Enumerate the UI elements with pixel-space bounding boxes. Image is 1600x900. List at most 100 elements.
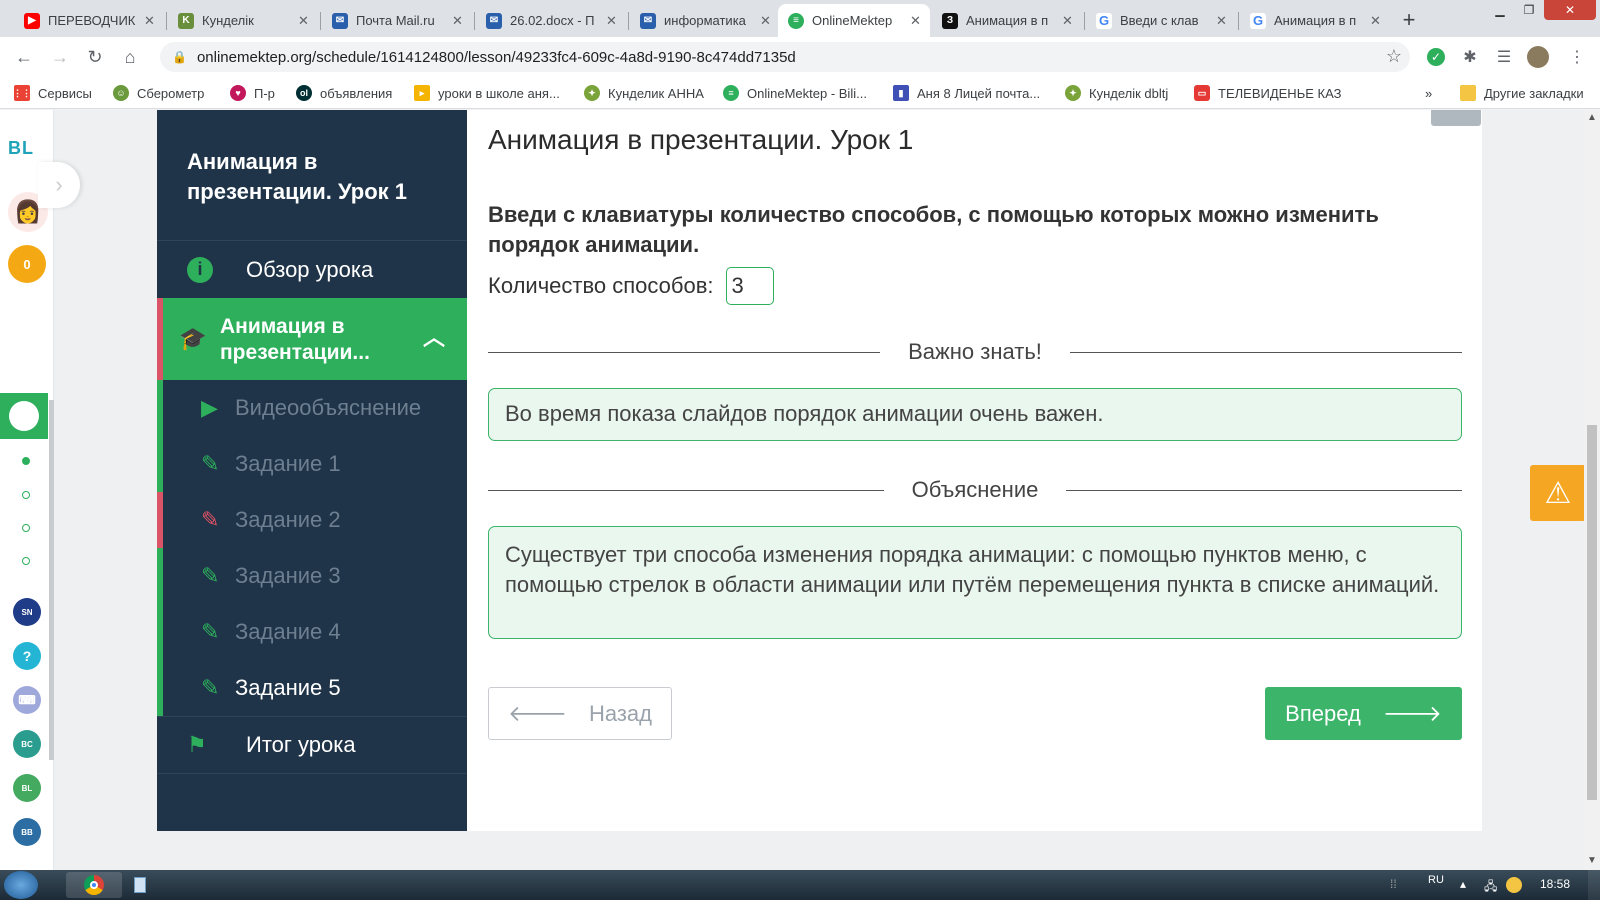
bilim-land-icon[interactable]: BL xyxy=(13,774,41,802)
lesson-summary-item[interactable]: ⚑ Итог урока xyxy=(157,716,467,774)
menu-kebab-icon[interactable]: ⋮ xyxy=(1565,45,1589,69)
next-button[interactable]: Вперед 🡒 xyxy=(1265,687,1462,740)
lesson-item-task-4[interactable]: ✎ Задание 4 xyxy=(157,604,467,660)
online-mektep-app-icon[interactable] xyxy=(0,393,48,439)
explanation-text: Существует три способа изменения порядка… xyxy=(488,526,1462,639)
bookmark-item[interactable]: ☺ Сберометр xyxy=(113,83,204,103)
sidebar-expand-chevron-icon[interactable]: › xyxy=(38,162,80,208)
smart-nation-icon[interactable]: SN xyxy=(13,598,41,626)
top-tab-handle[interactable] xyxy=(1431,110,1481,126)
report-warning-button[interactable]: ⚠ xyxy=(1530,465,1586,521)
clock[interactable]: 18:58 xyxy=(1540,877,1570,891)
bookmark-item[interactable]: ✦ Кунделік dbltj xyxy=(1065,83,1168,103)
bookmark-item[interactable]: ▸ уроки в школе аня... xyxy=(414,83,560,103)
browser-tab[interactable]: З Анимация в п ✕ xyxy=(932,4,1082,37)
nav-dot[interactable] xyxy=(22,524,30,532)
browser-tab[interactable]: ✉ информатика ✕ xyxy=(630,4,780,37)
close-icon[interactable]: ✕ xyxy=(298,13,310,29)
tray-expand-icon[interactable]: ▴ xyxy=(1460,877,1466,891)
lesson-overview-item[interactable]: i Обзор урока xyxy=(157,240,467,298)
scroll-up-icon[interactable]: ▲ xyxy=(1587,112,1597,123)
nav-dot[interactable] xyxy=(22,457,30,465)
help-icon[interactable]: ? xyxy=(13,642,41,670)
lesson-item-task-2[interactable]: ✎ Задание 2 xyxy=(157,492,467,548)
mail-icon: ✉ xyxy=(486,12,502,29)
bookmark-item[interactable]: ▭ ТЕЛЕВИДЕНЬЕ КАЗ xyxy=(1194,83,1341,103)
other-bookmarks-folder[interactable]: Другие закладки xyxy=(1460,83,1584,103)
browser-tab[interactable]: ✉ Почта Mail.ru ✕ xyxy=(322,4,472,37)
language-indicator[interactable]: RU xyxy=(1428,874,1444,886)
lesson-section-active[interactable]: 🎓 Анимация в презентации... ︿ xyxy=(157,298,467,380)
new-tab-button[interactable]: + xyxy=(1395,6,1423,34)
chevron-up-icon[interactable]: ︿ xyxy=(423,320,445,352)
lesson-item-task-5[interactable]: ✎ Задание 5 xyxy=(157,660,467,716)
kundelik-icon: ✦ xyxy=(584,85,600,101)
address-bar[interactable]: 🔒 onlinemektep.org/schedule/1614124800/l… xyxy=(160,42,1410,72)
bilim-center-icon[interactable]: BC xyxy=(13,730,41,758)
close-icon[interactable]: ✕ xyxy=(1062,13,1074,29)
bookmark-item[interactable]: ▮ Аня 8 Лицей почта... xyxy=(893,83,1040,103)
bilim-book-icon[interactable]: BB xyxy=(13,818,41,846)
lesson-item-task-3[interactable]: ✎ Задание 3 xyxy=(157,548,467,604)
close-icon[interactable]: ✕ xyxy=(452,13,464,29)
keyboard-icon[interactable]: ⌨ xyxy=(13,686,41,714)
back-icon[interactable]: ← xyxy=(12,45,36,69)
mail-icon: ✉ xyxy=(332,12,348,29)
nav-dot[interactable] xyxy=(22,557,30,565)
show-desktop-button[interactable] xyxy=(1588,870,1600,900)
bookmark-item[interactable]: ≡ OnlineMektep - Bili... xyxy=(723,83,867,103)
browser-tab[interactable]: G Анимация в п ✕ xyxy=(1240,4,1390,37)
close-icon[interactable]: ✕ xyxy=(1216,13,1228,29)
onlinemektep-icon: ≡ xyxy=(788,12,804,29)
close-icon[interactable]: ✕ xyxy=(760,13,772,29)
bookmark-icon: ▸ xyxy=(414,85,430,101)
browser-tab[interactable]: ✉ 26.02.docx - П ✕ xyxy=(476,4,626,37)
edit-icon: ✎ xyxy=(201,619,220,644)
close-icon[interactable]: ✕ xyxy=(910,13,922,29)
volume-icon[interactable] xyxy=(1506,877,1522,893)
answer-input[interactable] xyxy=(725,267,774,305)
home-icon[interactable]: ⌂ xyxy=(118,45,142,69)
start-button[interactable] xyxy=(4,871,38,899)
close-icon[interactable]: ✕ xyxy=(144,13,156,29)
reading-list-icon[interactable]: ☰ xyxy=(1492,45,1516,69)
scrollbar-thumb[interactable] xyxy=(1587,425,1597,800)
bilim-logo[interactable]: BL xyxy=(8,138,34,159)
page-scrollbar[interactable]: ▲ ▼ xyxy=(1584,110,1600,870)
lesson-item-video[interactable]: ▶ Видеообъяснение xyxy=(157,380,467,436)
bookmark-item[interactable]: ♥ П-р xyxy=(230,83,275,103)
page-title: Анимация в презентации. Урок 1 xyxy=(488,124,914,155)
url-text: onlinemektep.org/schedule/1614124800/les… xyxy=(196,48,796,66)
bookmark-star-icon[interactable]: ☆ xyxy=(1386,46,1402,67)
maximize-button[interactable]: ❐ xyxy=(1515,0,1543,20)
profile-avatar-icon[interactable] xyxy=(1526,45,1550,69)
bookmark-item[interactable]: ✦ Кунделик АННА xyxy=(584,83,704,103)
bookmark-item[interactable]: ol объявления xyxy=(296,83,392,103)
extension-check-icon[interactable]: ✓ xyxy=(1424,45,1448,69)
coins-badge[interactable]: 0 xyxy=(8,245,46,283)
extensions-puzzle-icon[interactable]: ✱ xyxy=(1458,45,1482,69)
browser-tab[interactable]: K Кунделік ✕ xyxy=(168,4,318,37)
browser-tab[interactable]: G Введи с клав ✕ xyxy=(1086,4,1236,37)
lock-icon: 🔒 xyxy=(172,50,187,64)
minimize-button[interactable]: ▁ xyxy=(1486,0,1514,20)
close-icon[interactable]: ✕ xyxy=(606,13,618,29)
bookmarks-overflow-chevron-icon[interactable]: » xyxy=(1425,83,1432,103)
forward-icon[interactable]: → xyxy=(48,45,72,69)
network-icon[interactable]: 🖧 xyxy=(1484,877,1497,898)
question-text: Введи с клавиатуры количество способов, … xyxy=(488,202,1379,257)
browser-tab-active[interactable]: ≡ OnlineMektep ✕ xyxy=(778,4,930,37)
reload-icon[interactable]: ↻ xyxy=(83,45,107,69)
back-button[interactable]: 🡐 Назад xyxy=(488,687,672,740)
nav-dot[interactable] xyxy=(22,491,30,499)
arrow-left-icon: 🡐 xyxy=(507,700,567,726)
notepad-taskbar-icon[interactable] xyxy=(112,872,168,898)
close-icon[interactable]: ✕ xyxy=(1370,13,1382,29)
sidebar-scrollbar[interactable] xyxy=(49,400,54,760)
lesson-item-task-1[interactable]: ✎ Задание 1 xyxy=(157,436,467,492)
browser-tab[interactable]: ▶ ПЕРЕВОДЧИК ✕ xyxy=(14,4,164,37)
close-window-button[interactable]: ✕ xyxy=(1544,0,1596,20)
scroll-down-icon[interactable]: ▼ xyxy=(1587,855,1597,866)
app-sidebar: BL 👩 0 SN ? ⌨ BC BL BB xyxy=(0,110,54,870)
bookmark-item[interactable]: ⋮⋮ Сервисы xyxy=(13,83,92,103)
